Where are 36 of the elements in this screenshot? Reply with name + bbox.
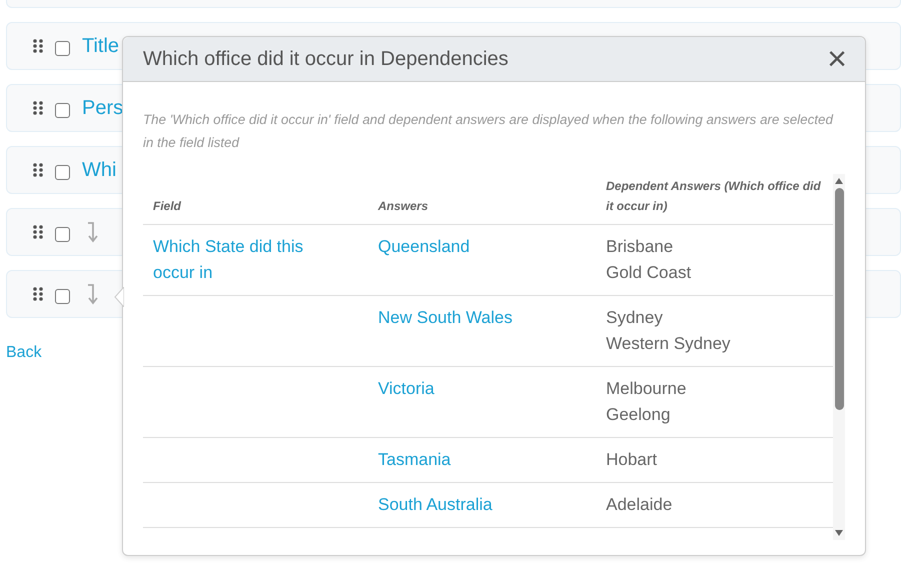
scrollbar[interactable] xyxy=(833,174,845,540)
popover-title: Which office did it occur in Dependencies xyxy=(143,48,508,70)
checkbox[interactable] xyxy=(55,102,70,118)
dependent-answer: Adelaide xyxy=(606,494,674,516)
checkbox[interactable] xyxy=(55,226,70,242)
checkbox[interactable] xyxy=(55,164,70,180)
scroll-down-icon[interactable] xyxy=(835,530,843,536)
checkbox[interactable] xyxy=(55,40,70,56)
back-link[interactable]: Back xyxy=(6,344,42,362)
dependent-answer: Melbourne xyxy=(606,378,688,400)
checkbox[interactable] xyxy=(55,288,70,304)
dependent-answer: Sydney xyxy=(606,307,664,329)
dependent-answer: Gold Coast xyxy=(606,262,692,284)
column-header: Answers xyxy=(368,174,596,224)
answer-link[interactable]: New South Wales xyxy=(378,305,586,331)
drag-handle-icon[interactable] xyxy=(33,163,43,177)
answer-link[interactable]: South Australia xyxy=(378,492,586,518)
drag-handle-icon[interactable] xyxy=(33,287,43,301)
answer-link[interactable]: Tasmania xyxy=(378,447,586,473)
drag-handle-icon[interactable] xyxy=(33,101,43,115)
dependent-answer: Hobart xyxy=(606,449,658,471)
dependent-answer: Brisbane xyxy=(606,236,674,258)
field-label[interactable]: Pers xyxy=(82,96,124,120)
answer-link[interactable]: Victoria xyxy=(378,376,586,402)
field-label[interactable]: Whi xyxy=(82,158,116,182)
close-button[interactable]: × xyxy=(827,42,847,76)
dependent-answer: Western Sydney xyxy=(606,333,732,355)
column-header: Field xyxy=(143,174,368,224)
description: The 'Which office did it occur in' field and dependent answers are displayed when the following answers are selected in the field listed xyxy=(143,111,834,152)
answer-link[interactable]: Queensland xyxy=(378,234,586,260)
field-link[interactable]: Which State did this occur in xyxy=(153,234,323,286)
drag-handle-icon[interactable] xyxy=(33,39,43,53)
scroll-up-icon[interactable] xyxy=(835,178,843,184)
field-label[interactable]: Title xyxy=(82,34,120,58)
drag-handle-icon[interactable] xyxy=(33,225,43,239)
dependent-answer: Geelong xyxy=(606,404,672,426)
